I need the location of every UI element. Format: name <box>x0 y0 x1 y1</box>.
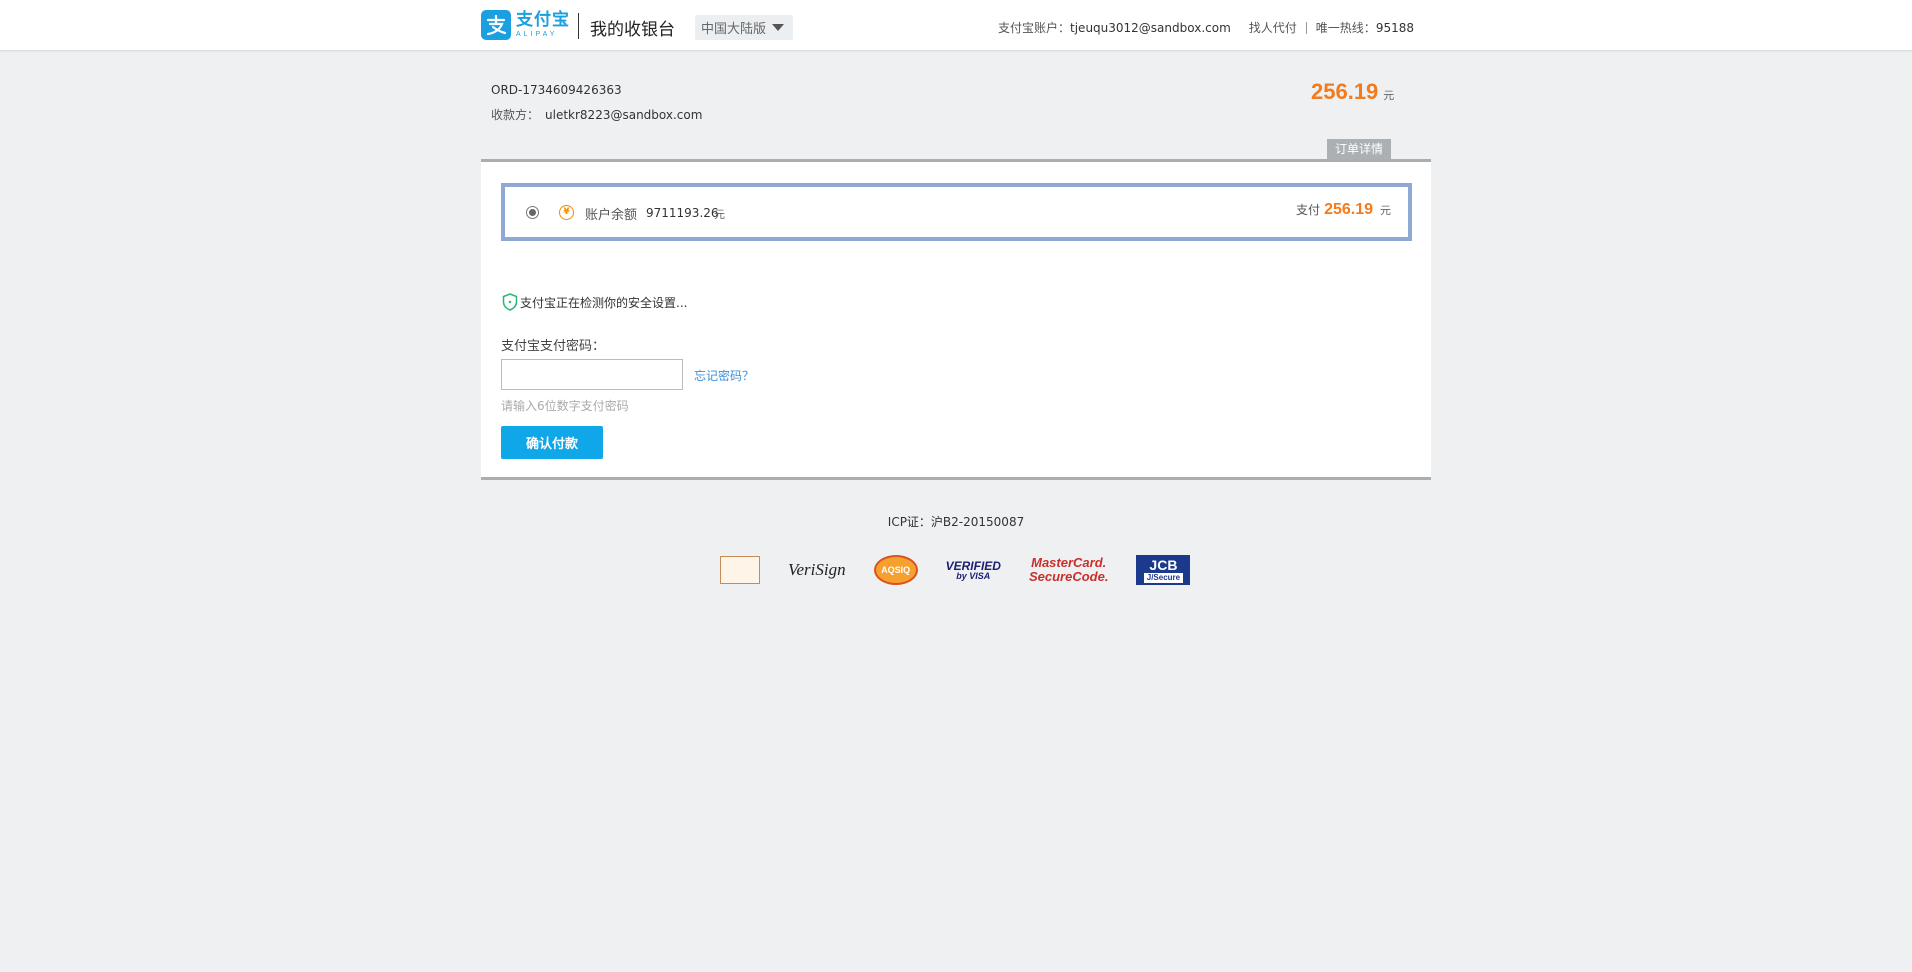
region-select[interactable]: 中国大陆版 <box>695 15 793 40</box>
visa-line-2: by VISA <box>956 570 991 581</box>
top-header: 支付宝 ALIPAY 我的收银台 中国大陆版 支付宝账户： tjeuqu3012… <box>0 0 1912 51</box>
order-id: ORD-1734609426363 <box>491 83 622 97</box>
radio-dot <box>529 209 536 216</box>
payment-method-balance[interactable]: ¥ 账户余额 9711193.26 元 支付 256.19 元 <box>501 183 1412 241</box>
logo-text: 支付宝 ALIPAY <box>516 10 570 39</box>
yuan-coin-icon: ¥ <box>559 205 574 220</box>
pay-unit: 元 <box>1380 204 1391 217</box>
pay-amount-display: 支付 256.19 元 <box>1296 201 1391 219</box>
hotline-value: 95188 <box>1375 20 1414 35</box>
logo-divider <box>578 13 579 39</box>
balance-value: 9711193.26 <box>646 206 719 220</box>
jcb-line-1: JCB <box>1149 556 1178 573</box>
payee-label: 收款方： <box>491 108 540 122</box>
order-amount: 256.19 <box>1311 79 1379 104</box>
sec-badge[interactable]: AQSIQ <box>873 555 918 585</box>
alipay-logo-icon <box>481 10 511 40</box>
region-select-value: 中国大陆版 <box>701 22 767 37</box>
payment-method-radio[interactable] <box>526 206 539 219</box>
password-label: 支付宝支付密码： <box>501 339 606 354</box>
payee-value: uletkr8223@sandbox.com <box>545 108 703 122</box>
certificate-badge-icon[interactable] <box>720 556 760 584</box>
mc-line-1: MasterCard. <box>1031 555 1107 571</box>
verified-by-visa-badge[interactable]: VERIFIED by VISA <box>946 554 1001 586</box>
header-divider <box>1305 21 1307 34</box>
shield-icon <box>502 293 518 311</box>
header-inner: 支付宝 ALIPAY 我的收银台 中国大陆版 支付宝账户： tjeuqu3012… <box>481 0 1423 51</box>
header-account-info: 支付宝账户： tjeuqu3012@sandbox.com 找人代付 唯一热线：… <box>998 19 1414 36</box>
verisign-badge[interactable]: VeriSign <box>788 554 846 586</box>
visa-line-1: VERIFIED <box>945 558 1001 573</box>
account-label: 支付宝账户： <box>998 21 1071 35</box>
logo-en: ALIPAY <box>516 31 558 38</box>
balance-unit: 元 <box>714 208 725 221</box>
order-detail-tab[interactable]: 订单详情 <box>1327 139 1391 160</box>
balance-label: 账户余额 <box>585 208 638 223</box>
forgot-password-link[interactable]: 忘记密码？ <box>694 367 754 384</box>
page-title: 我的收银台 <box>590 20 675 40</box>
account-value: tjeuqu3012@sandbox.com <box>1070 20 1231 35</box>
order-amount-unit: 元 <box>1383 89 1395 102</box>
logo-cn: 支付宝 <box>516 10 570 30</box>
pay-amount: 256.19 <box>1324 201 1373 218</box>
confirm-payment-button[interactable]: 确认付款 <box>501 426 603 459</box>
payment-panel: ¥ 账户余额 9711193.26 元 支付 256.19 元 支付宝正在检测你… <box>481 159 1431 480</box>
jcb-jsecure-badge[interactable]: JCB J/Secure <box>1136 555 1191 585</box>
alipay-logo[interactable]: 支付宝 ALIPAY <box>481 9 570 41</box>
security-check-text: 支付宝正在检测你的安全设置... <box>520 295 688 310</box>
payment-password-input[interactable] <box>501 359 683 390</box>
pay-label: 支付 <box>1296 203 1321 217</box>
order-total: 256.19 元 <box>1311 79 1394 105</box>
security-check: 支付宝正在检测你的安全设置... <box>502 293 687 311</box>
payee: 收款方： uletkr8223@sandbox.com <box>491 107 702 123</box>
mc-line-2: SecureCode. <box>1028 569 1109 584</box>
order-info: ORD-1734609426363 收款方： uletkr8223@sandbox… <box>491 82 702 123</box>
mastercard-securecode-badge[interactable]: MasterCard. SecureCode. <box>1029 554 1108 586</box>
security-badges: VeriSign AQSIQ VERIFIED by VISA MasterCa… <box>720 554 1218 586</box>
icp-license: ICP证：沪B2-20150087 <box>887 515 1025 529</box>
chevron-down-icon <box>772 24 785 31</box>
password-hint: 请输入6位数字支付密码 <box>501 399 629 413</box>
hotline-label: 唯一热线： <box>1315 21 1376 35</box>
find-payer-link[interactable]: 找人代付 <box>1249 19 1297 36</box>
jcb-line-2: J/Secure <box>1143 572 1184 583</box>
